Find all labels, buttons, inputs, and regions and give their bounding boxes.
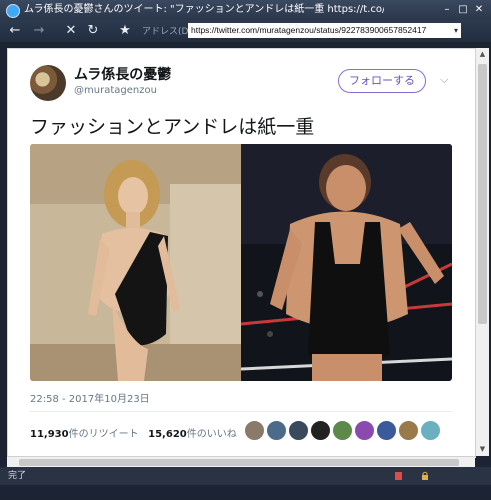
liker-avatar[interactable] — [310, 420, 331, 441]
retweets-count[interactable]: 11,930 — [30, 429, 69, 440]
avatar[interactable] — [30, 65, 66, 101]
stop-icon[interactable]: ✕ — [62, 22, 80, 40]
user-handle[interactable]: @muratagenzou — [74, 85, 157, 96]
maximize-icon[interactable]: □ — [456, 3, 470, 17]
favorite-star-icon[interactable]: ★ — [116, 22, 134, 40]
tweet-timestamp[interactable]: 22:58 - 2017年10月23日 — [30, 390, 150, 405]
divider — [30, 411, 452, 412]
tweet-page: ムラ係長の憂鬱 @muratagenzou フォローする ⌵ ファッションとアン… — [7, 48, 476, 458]
scrollbar-thumb[interactable] — [478, 64, 487, 324]
photo-collage — [30, 144, 452, 381]
liker-avatar[interactable] — [266, 420, 287, 441]
follow-button[interactable]: フォローする — [338, 69, 426, 93]
chevron-down-icon[interactable]: ⌵ — [440, 73, 448, 87]
liker-avatar[interactable] — [376, 420, 397, 441]
title-bar: ムラ係長の憂鬱さんのツイート: "ファッションとアンドレは紙一重 https:/… — [0, 0, 491, 20]
close-window-icon[interactable]: ✕ — [472, 3, 486, 17]
status-text: 完了 — [8, 471, 27, 481]
document-icon[interactable] — [394, 471, 404, 481]
display-name[interactable]: ムラ係長の憂鬱 — [74, 64, 171, 84]
retweets-label[interactable]: 件のリツイート — [69, 429, 139, 440]
browser-app-icon — [6, 4, 20, 18]
liker-avatar[interactable] — [398, 420, 419, 441]
liker-avatar[interactable] — [354, 420, 375, 441]
likes-label[interactable]: 件のいいね — [187, 429, 237, 440]
liker-avatar[interactable] — [288, 420, 309, 441]
window-bottom-edge — [0, 485, 491, 500]
liker-avatar[interactable] — [420, 420, 441, 441]
liker-avatar[interactable] — [244, 420, 265, 441]
browser-toolbar: ← → ✕ ↻ ★ アドレス(D) ▾ — [0, 20, 491, 42]
lock-icon[interactable] — [420, 471, 430, 481]
reload-icon[interactable]: ↻ — [84, 22, 102, 40]
minimize-icon[interactable]: – — [440, 3, 454, 17]
address-label: アドレス(D) — [142, 27, 192, 37]
scroll-up-icon[interactable]: ▲ — [476, 48, 489, 61]
likes-count[interactable]: 15,620 — [148, 429, 187, 440]
address-dropdown-icon[interactable]: ▾ — [451, 23, 461, 38]
status-bar: 完了 — [0, 467, 491, 485]
tweet-photo[interactable] — [30, 144, 452, 381]
tweet-text: ファッションとアンドレは紙一重 — [30, 116, 315, 138]
scroll-down-icon[interactable]: ▼ — [476, 443, 489, 456]
back-arrow-icon[interactable]: ← — [6, 22, 24, 40]
liker-avatar[interactable] — [332, 420, 353, 441]
tweet-stats: 11,930件のリツイート 15,620件のいいね — [30, 425, 237, 440]
vertical-scrollbar[interactable]: ▲ ▼ — [475, 48, 489, 456]
address-input[interactable] — [188, 23, 460, 38]
window-title: ムラ係長の憂鬱さんのツイート: "ファッションとアンドレは紙一重 https:/… — [24, 4, 384, 15]
horizontal-scrollbar-thumb[interactable] — [19, 459, 459, 466]
forward-arrow-icon[interactable]: → — [30, 22, 48, 40]
